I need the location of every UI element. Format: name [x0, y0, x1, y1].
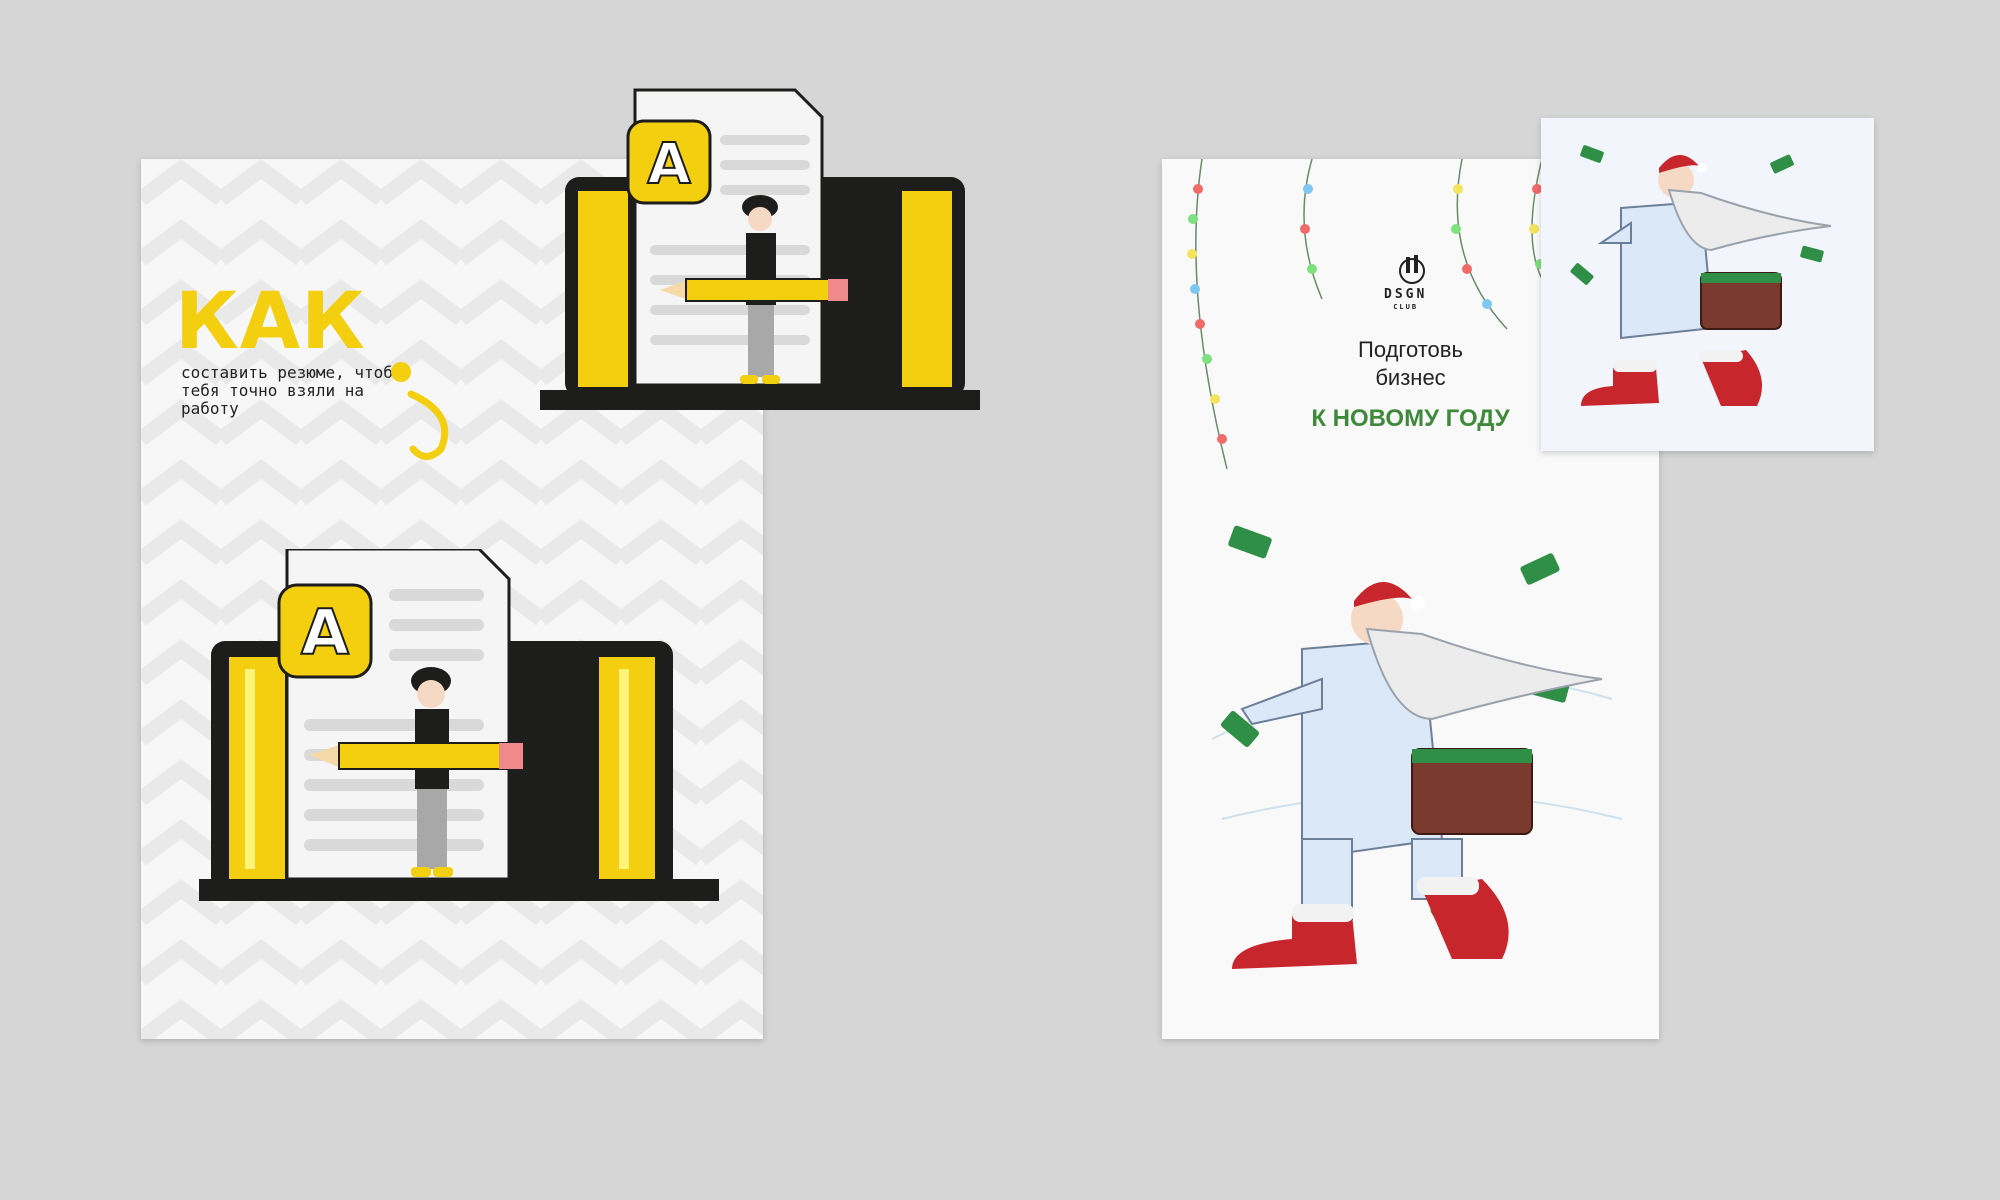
poster-heading: КАК [175, 277, 366, 367]
poster-subtitle: составить резюме, чтобы тебя точно взяли… [181, 363, 403, 418]
logo-text: DSGN CLUB [1384, 287, 1428, 311]
question-hook-icon [391, 362, 449, 460]
badge-letter: A [301, 596, 349, 669]
santa-businessman-illustration [1211, 525, 1623, 969]
resume-thumbnail: A [540, 88, 980, 410]
laptop-resume-illustration: A [199, 549, 719, 901]
thumb-badge-letter: A [647, 132, 691, 197]
santa-thumbnail [1541, 118, 1874, 451]
dsgn-club-logo-icon [1399, 255, 1425, 284]
